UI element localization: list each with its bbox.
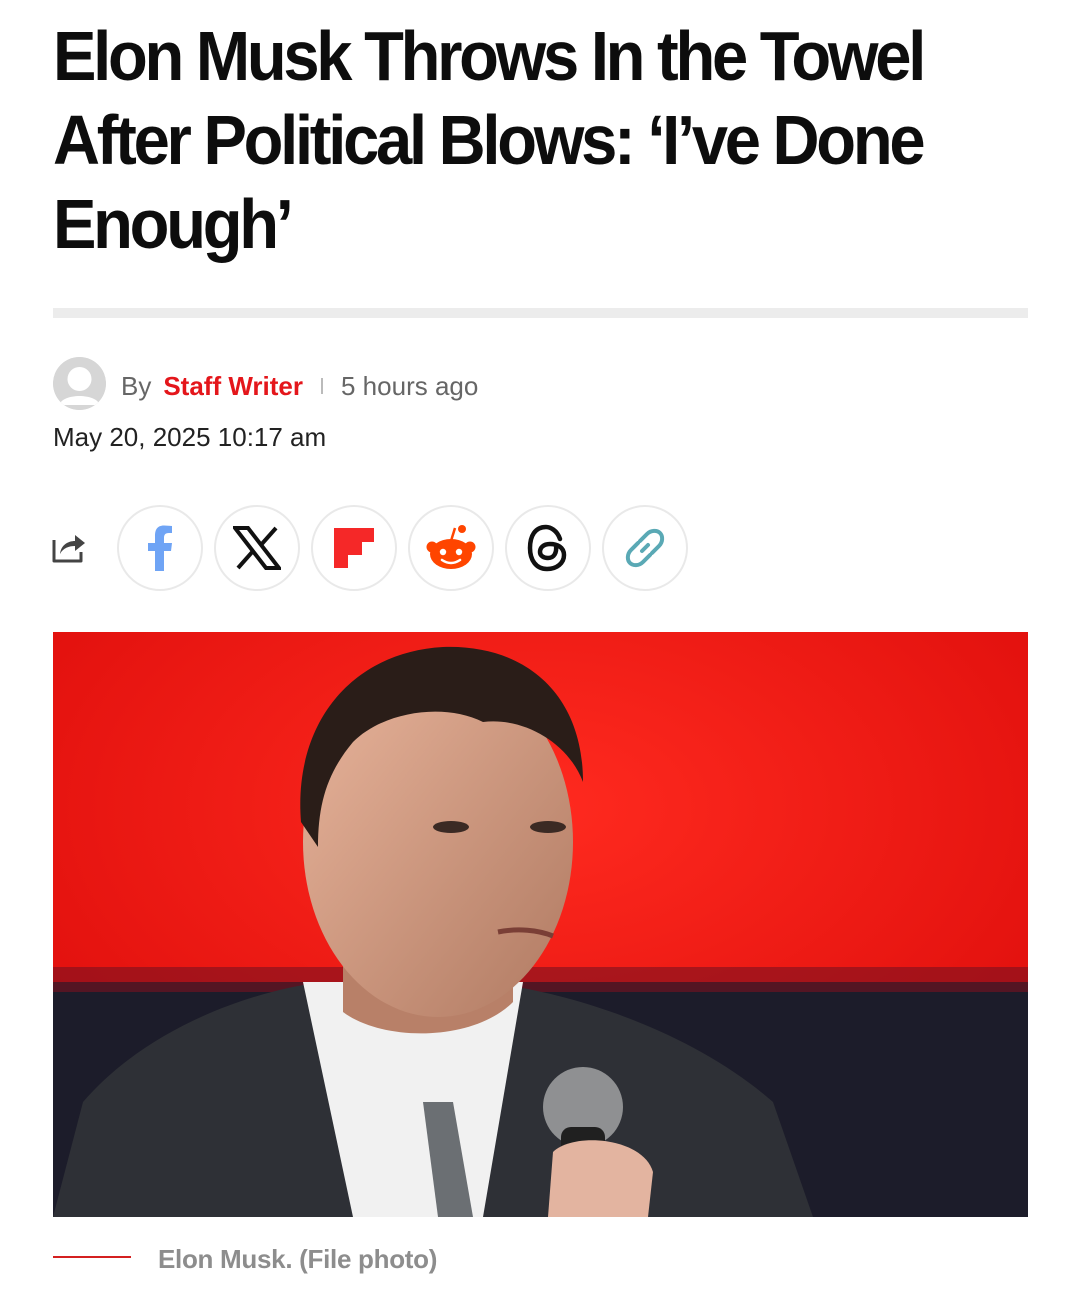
article-headline: Elon Musk Throws In the Towel After Poli… <box>53 17 926 263</box>
time-ago: 5 hours ago <box>341 370 479 401</box>
user-silhouette-icon <box>53 357 106 410</box>
by-label: By <box>121 370 152 401</box>
image-caption: Elon Musk. (File photo) <box>158 1244 438 1274</box>
byline: By Staff Writer 5 hours ago <box>121 368 478 404</box>
reddit-icon <box>426 525 476 569</box>
share-reddit-button[interactable] <box>408 505 494 591</box>
headline-divider <box>53 308 1028 318</box>
meta-separator <box>321 378 323 394</box>
copy-link-button[interactable] <box>602 505 688 591</box>
x-icon <box>233 526 281 570</box>
share-icon[interactable] <box>51 530 87 564</box>
publish-date: May 20, 2025 10:17 am <box>53 422 327 452</box>
share-flipboard-button[interactable] <box>311 505 397 591</box>
hero-photo <box>53 632 1028 1217</box>
author-link[interactable]: Staff Writer <box>163 371 303 402</box>
share-x-button[interactable] <box>214 505 300 591</box>
threads-icon <box>527 524 567 572</box>
share-threads-button[interactable] <box>505 505 591 591</box>
share-facebook-button[interactable] <box>117 505 203 591</box>
link-icon <box>625 528 665 568</box>
portrait-photo <box>53 632 1028 1217</box>
caption-rule <box>53 1256 131 1258</box>
flipboard-icon <box>334 528 374 568</box>
facebook-icon <box>148 525 172 571</box>
author-avatar[interactable] <box>53 357 106 410</box>
